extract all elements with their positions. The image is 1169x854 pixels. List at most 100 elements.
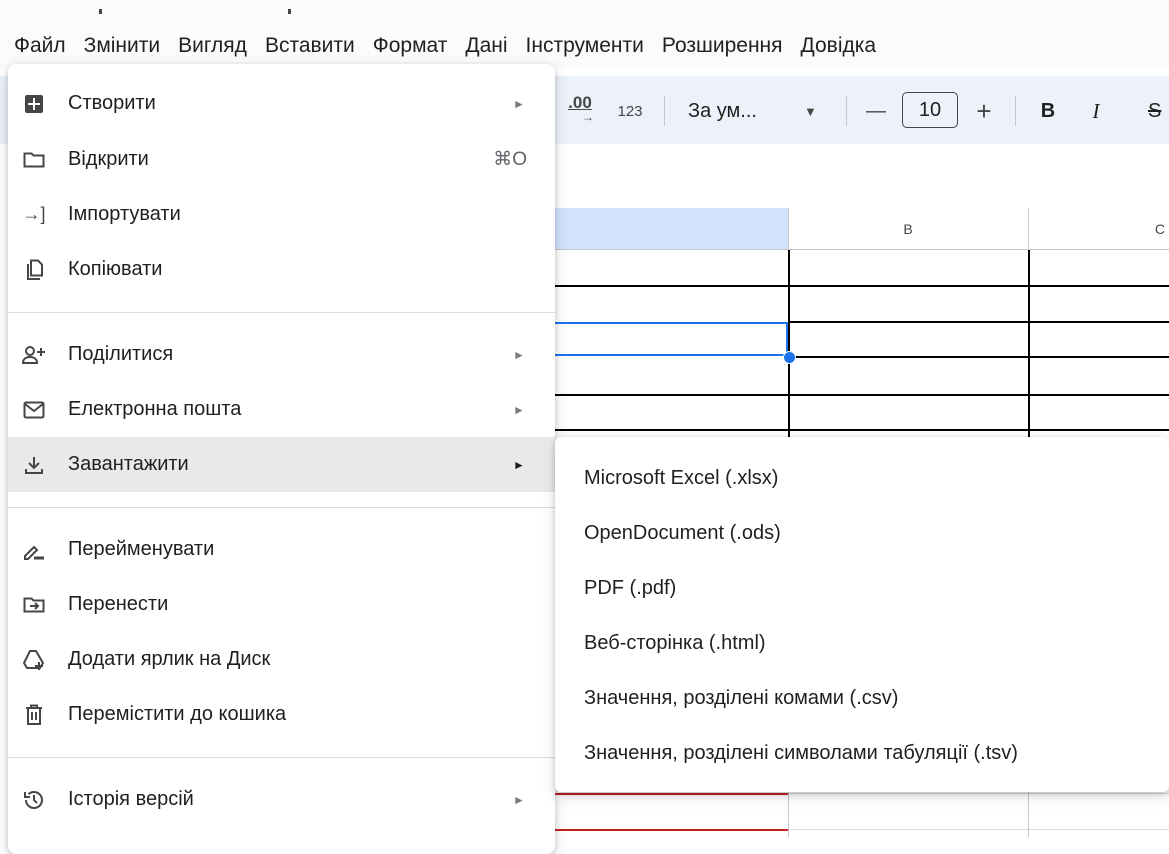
column-header-b[interactable]: B bbox=[788, 208, 1028, 250]
menu-divider bbox=[8, 757, 555, 758]
number-format-button[interactable]: 123 bbox=[610, 96, 650, 126]
menu-item-label: Імпортувати bbox=[68, 203, 181, 225]
menu-item-import[interactable]: →] Імпортувати bbox=[8, 187, 555, 242]
menu-format[interactable]: Формат bbox=[373, 34, 458, 58]
fill-handle[interactable] bbox=[783, 351, 796, 364]
font-size-decrease-button[interactable]: — bbox=[858, 94, 894, 128]
menu-item-label: Електронна пошта bbox=[68, 398, 242, 420]
download-pdf[interactable]: PDF (.pdf) bbox=[584, 577, 676, 600]
title-fragment bbox=[288, 9, 291, 14]
menu-edit[interactable]: Змінити bbox=[84, 34, 170, 58]
menu-item-label: Створити bbox=[68, 92, 156, 114]
copy-icon bbox=[22, 258, 46, 282]
column-border bbox=[1028, 250, 1030, 437]
column-header-divider bbox=[788, 208, 789, 250]
row-border-red bbox=[555, 829, 788, 831]
download-submenu: Microsoft Excel (.xlsx) OpenDocument (.o… bbox=[555, 437, 1169, 792]
column-border bbox=[788, 792, 789, 837]
download-icon bbox=[22, 453, 46, 477]
menu-item-label: Додати ярлик на Диск bbox=[68, 648, 271, 670]
column-border bbox=[1028, 792, 1029, 837]
column-header-divider bbox=[1028, 208, 1029, 250]
menu-item-label: Перенести bbox=[68, 593, 169, 615]
strikethrough-icon: S bbox=[1148, 99, 1162, 122]
minus-icon: — bbox=[866, 99, 886, 122]
strikethrough-button[interactable]: S bbox=[1140, 94, 1169, 128]
menu-insert[interactable]: Вставити bbox=[265, 34, 365, 58]
menu-tools[interactable]: Інструменти bbox=[526, 34, 654, 58]
download-xlsx[interactable]: Microsoft Excel (.xlsx) bbox=[584, 467, 778, 490]
toolbar-divider bbox=[1015, 96, 1016, 126]
menu-divider bbox=[8, 507, 555, 508]
menu-item-rename[interactable]: Перейменувати bbox=[8, 522, 555, 577]
menu-data[interactable]: Дані bbox=[465, 34, 517, 58]
menu-item-add-shortcut[interactable]: Додати ярлик на Диск bbox=[8, 632, 555, 687]
menu-view[interactable]: Вигляд bbox=[178, 34, 257, 58]
column-header-selected[interactable] bbox=[555, 208, 788, 250]
menu-item-label: Відкрити bbox=[68, 148, 149, 170]
row-border bbox=[555, 285, 1169, 287]
bold-icon: B bbox=[1040, 99, 1056, 122]
caret-down-icon: ▼ bbox=[804, 103, 817, 119]
cell-selection bbox=[555, 322, 788, 356]
italic-button[interactable]: I bbox=[1078, 94, 1114, 128]
download-csv[interactable]: Значення, розділені комами (.csv) bbox=[584, 687, 898, 710]
submenu-arrow-icon: ► bbox=[513, 96, 525, 111]
folder-icon bbox=[22, 148, 46, 172]
menu-item-version-history[interactable]: Історія версій ► bbox=[8, 772, 555, 827]
row-border bbox=[788, 829, 1169, 830]
number-format-label: 123 bbox=[617, 102, 643, 120]
increase-decimal-button[interactable]: .00 → bbox=[555, 92, 605, 128]
row-border-red bbox=[555, 793, 788, 795]
menu-item-move[interactable]: Перенести bbox=[8, 577, 555, 632]
font-size-increase-button[interactable]: + bbox=[966, 94, 1002, 128]
menu-divider bbox=[8, 312, 555, 313]
arrow-right-icon: → bbox=[582, 110, 594, 124]
menu-item-label: Копіювати bbox=[68, 258, 163, 280]
row-border bbox=[555, 429, 1169, 431]
plus-icon: + bbox=[976, 95, 992, 126]
toolbar-divider bbox=[846, 96, 847, 126]
menu-item-label: Історія версій bbox=[68, 788, 194, 810]
font-size-input[interactable]: 10 bbox=[902, 92, 958, 128]
menu-item-create[interactable]: Створити ► bbox=[8, 76, 555, 131]
menu-item-label: Перейменувати bbox=[68, 538, 215, 560]
bold-button[interactable]: B bbox=[1030, 94, 1066, 128]
menubar: Файл Змінити Вигляд Вставити Формат Дані… bbox=[0, 24, 1169, 68]
menu-item-trash[interactable]: Перемістити до кошика bbox=[8, 687, 555, 742]
font-size-value: 10 bbox=[918, 98, 942, 121]
menu-help[interactable]: Довідка bbox=[801, 34, 887, 58]
menu-extensions[interactable]: Розширення bbox=[662, 34, 793, 58]
menu-item-label: Завантажити bbox=[68, 453, 189, 475]
menu-item-share[interactable]: Поділитися ► bbox=[8, 327, 555, 382]
row-border bbox=[788, 356, 1169, 358]
menu-item-open[interactable]: Відкрити ⌘O bbox=[8, 132, 555, 187]
submenu-arrow-icon: ► bbox=[513, 347, 525, 362]
shortcut-label: ⌘O bbox=[493, 149, 527, 170]
document-title-area bbox=[0, 0, 1169, 24]
menu-file[interactable]: Файл bbox=[0, 34, 76, 58]
menu-item-email[interactable]: Електронна пошта ► bbox=[8, 382, 555, 437]
decimal-label: .00 bbox=[568, 93, 592, 112]
column-border bbox=[788, 250, 790, 437]
import-icon: →] bbox=[22, 204, 46, 224]
menu-item-copy[interactable]: Копіювати bbox=[8, 242, 555, 297]
column-label: B bbox=[903, 220, 913, 237]
row-border bbox=[788, 321, 1169, 323]
file-menu: Створити ► Відкрити ⌘O →] Імпортувати Ко… bbox=[8, 64, 555, 854]
menu-item-label: Поділитися bbox=[68, 343, 174, 365]
column-header-c[interactable]: C bbox=[1028, 208, 1169, 250]
download-tsv[interactable]: Значення, розділені символами табуляції … bbox=[584, 742, 1018, 765]
column-label: C bbox=[1154, 220, 1165, 237]
menu-item-download[interactable]: Завантажити ► bbox=[8, 437, 555, 492]
download-html[interactable]: Веб-сторінка (.html) bbox=[584, 632, 766, 655]
row-border bbox=[788, 793, 1169, 794]
submenu-arrow-icon: ► bbox=[513, 457, 525, 472]
rename-icon bbox=[22, 538, 46, 562]
create-icon bbox=[22, 92, 46, 116]
download-ods[interactable]: OpenDocument (.ods) bbox=[584, 522, 781, 545]
font-select[interactable]: За ум... ▼ bbox=[680, 92, 830, 130]
font-name: За ум... bbox=[688, 99, 757, 122]
submenu-arrow-icon: ► bbox=[513, 402, 525, 417]
italic-icon: I bbox=[1092, 98, 1100, 123]
